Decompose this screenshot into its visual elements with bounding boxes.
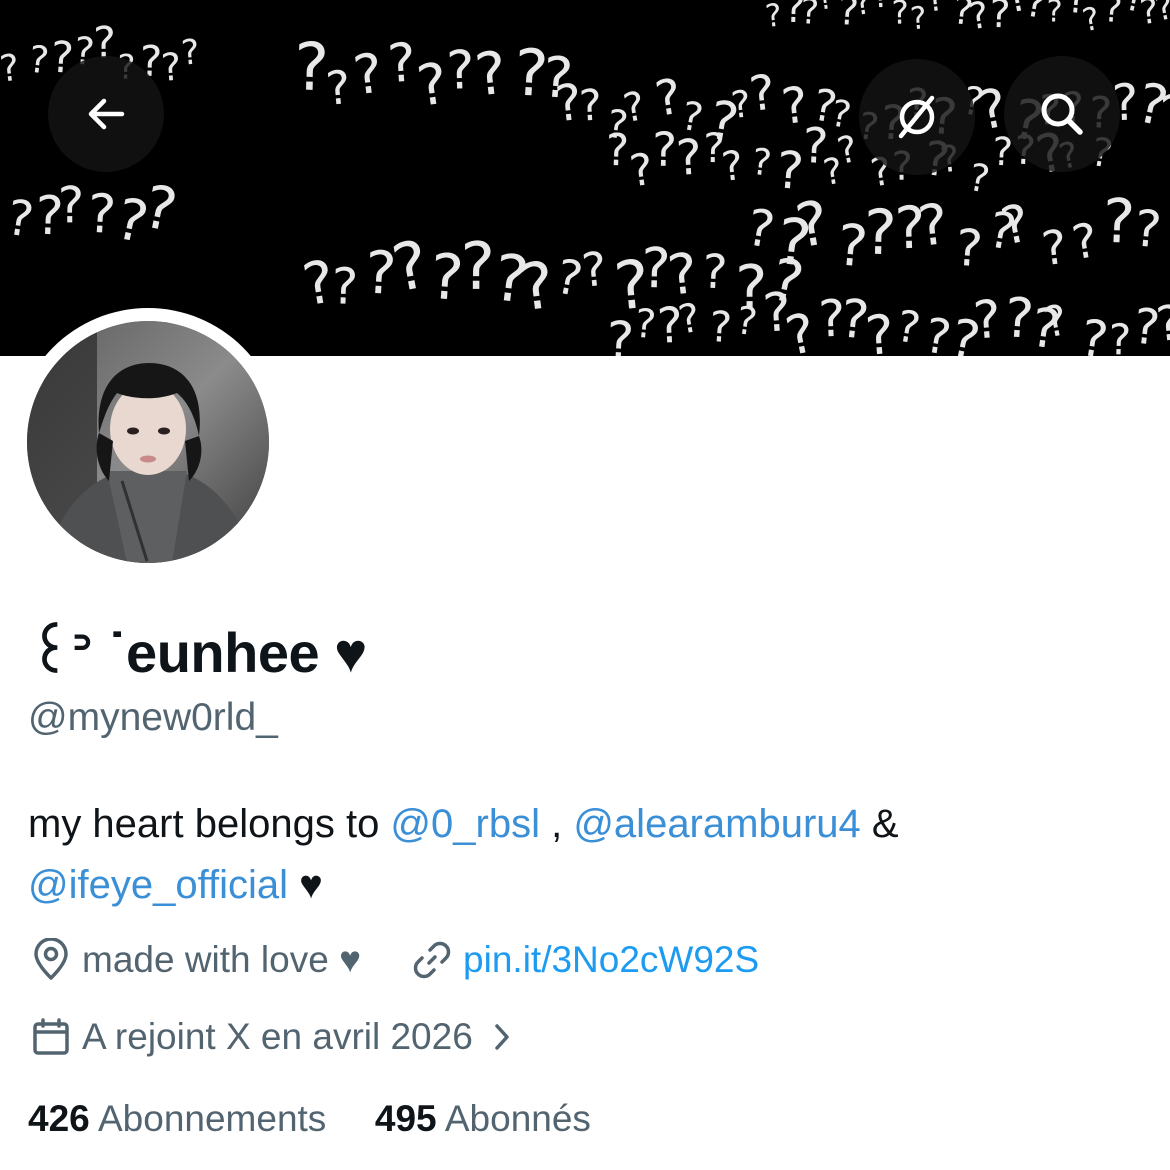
banner-glyph: ?	[1079, 1, 1102, 40]
banner-glyph: ?	[719, 142, 745, 191]
followers-count: 495	[374, 1098, 437, 1139]
banner-artwork: ????????????????????????????????????????…	[0, 0, 1170, 356]
banner-glyph: ?	[915, 192, 952, 260]
bio-mention-link[interactable]: @ifeye_official	[28, 863, 288, 907]
search-icon	[1041, 93, 1083, 135]
location-pin-icon	[28, 937, 74, 983]
banner-glyph: ?	[3, 190, 37, 249]
banner-glyph: ?	[891, 0, 909, 32]
profile-meta-joined[interactable]: A rejoint X en avril 2026	[28, 1014, 533, 1060]
following-count: 426	[28, 1098, 90, 1139]
banner-glyph: ?	[180, 32, 202, 73]
banner-glyph: ?	[909, 0, 928, 37]
profile-meta-location-website: made with love ♥ pin.it/3No2cW92S	[28, 937, 759, 983]
avatar-photo	[27, 321, 269, 563]
follow-stats: 426 Abonnements 495 Abonnés	[28, 1098, 591, 1140]
banner-glyph: ?	[446, 40, 476, 102]
joined-date-text: A rejoint X en avril 2026	[82, 1016, 473, 1057]
banner-glyph: ?	[701, 244, 729, 300]
banner-glyph: ?	[27, 37, 51, 83]
profile-banner[interactable]: ????????????????????????????????????????…	[0, 0, 1170, 356]
banner-glyph: ?	[1046, 0, 1063, 30]
website-link[interactable]: pin.it/3No2cW92S	[463, 939, 759, 981]
bio-text-end: ♥	[288, 863, 323, 907]
banner-glyph: ?	[863, 196, 898, 270]
calendar-icon	[28, 1014, 74, 1060]
profile-bio: my heart belongs to @0_rbsl , @alearambu…	[28, 794, 1148, 916]
arrow-left-icon	[88, 98, 125, 130]
link-icon	[409, 937, 455, 983]
banner-glyph: ?	[1039, 220, 1070, 278]
banner-glyph: ?	[924, 0, 946, 20]
banner-glyph: ?	[386, 32, 418, 95]
banner-glyph: ?	[651, 69, 685, 128]
bio-text: my heart belongs to	[28, 802, 391, 846]
banner-glyph: ?	[863, 303, 896, 356]
bio-separator: ,	[539, 802, 574, 846]
banner-glyph: ?	[780, 301, 821, 356]
followers-link[interactable]: 495 Abonnés	[375, 1098, 591, 1139]
banner-glyph: ?	[953, 218, 984, 279]
banner-glyph: ?	[0, 46, 22, 91]
banner-glyph: ?	[633, 301, 658, 349]
bio-mention-link[interactable]: @0_rbsl	[390, 802, 540, 846]
banner-glyph: ?	[893, 302, 924, 355]
banner-glyph: ?	[675, 130, 704, 187]
banner-glyph: ?	[1102, 0, 1124, 31]
banner-glyph: ?	[871, 0, 891, 15]
banner-glyph: ?	[324, 60, 353, 116]
banner-glyph: ?	[331, 257, 359, 316]
following-label: Abonnements	[97, 1098, 327, 1139]
banner-glyph: ?	[472, 38, 510, 109]
banner-glyph: ?	[971, 290, 1003, 352]
banner-glyph: ?	[750, 140, 774, 185]
banner-glyph: ?	[708, 302, 733, 352]
banner-glyph: ?	[1108, 315, 1132, 356]
bio-mention-link[interactable]: @alearamburu4	[573, 802, 860, 846]
banner-glyph: ?	[746, 64, 778, 123]
back-button[interactable]	[48, 56, 164, 172]
chevron-right-icon	[479, 1014, 525, 1060]
banner-glyph: ?	[605, 125, 630, 177]
banner-glyph: ?	[1077, 308, 1112, 356]
banner-glyph: ?	[579, 242, 609, 298]
banner-glyph: ?	[1162, 207, 1170, 275]
banner-glyph: ?	[743, 197, 779, 260]
banner-glyph: ?	[605, 311, 635, 356]
banner-glyph: ?	[460, 229, 495, 305]
banner-glyph: ?	[1101, 187, 1136, 258]
location-text: made with love ♥	[82, 939, 362, 980]
banner-glyph: ?	[652, 124, 677, 178]
search-button[interactable]	[1004, 56, 1120, 172]
banner-glyph: ?	[58, 176, 85, 234]
banner-glyph: ?	[1132, 198, 1164, 259]
following-link[interactable]: 426 Abonnements	[28, 1098, 326, 1139]
grok-button[interactable]	[859, 59, 975, 175]
banner-glyph: ?	[965, 155, 993, 202]
avatar[interactable]	[27, 321, 269, 563]
banner-glyph: ?	[160, 45, 183, 90]
banner-glyph: ?	[138, 171, 182, 245]
followers-label: Abonnés	[444, 1098, 591, 1139]
slash-circle-icon	[898, 95, 935, 139]
banner-glyph: ?	[578, 81, 603, 132]
banner-glyph: ?	[350, 41, 387, 107]
banner-glyph: ?	[764, 0, 784, 35]
banner-glyph: ?	[1068, 213, 1101, 271]
username-handle: @mynew0rld_	[28, 696, 278, 739]
display-name: ꒰ᐣ ˙eunhee ♥	[28, 621, 367, 684]
bio-separator: &	[860, 802, 899, 846]
banner-glyph: ?	[799, 0, 820, 33]
